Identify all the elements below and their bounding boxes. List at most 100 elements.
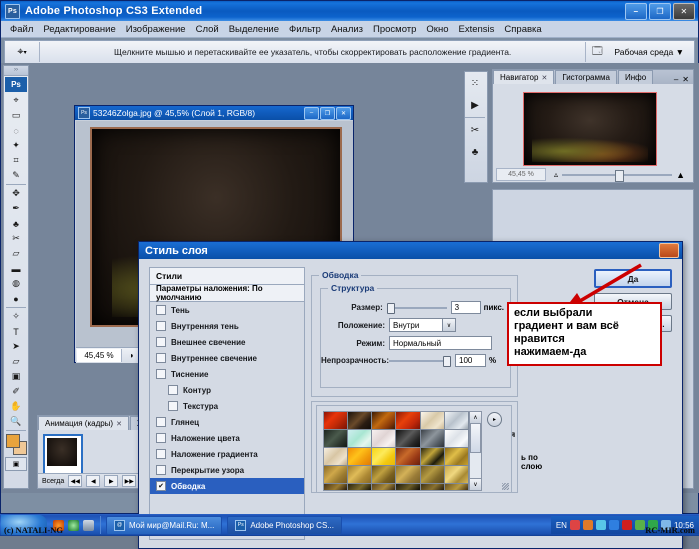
language-indicator[interactable]: EN [556,521,567,530]
opacity-slider[interactable] [389,355,451,367]
checkbox[interactable]: ✔ [156,481,166,491]
tab-navigator[interactable]: Навигатор ✕ [493,70,555,84]
menu-item-layer[interactable]: Слой [191,24,224,35]
size-slider[interactable] [386,302,447,314]
foreground-color-swatch[interactable] [6,434,20,448]
style-item-texture[interactable]: Текстура [150,398,304,414]
gradient-swatch[interactable] [348,430,373,448]
style-item-gradient-overlay[interactable]: Наложение градиента [150,446,304,462]
crop-tool-icon[interactable]: ⌗ [5,153,27,168]
blur-tool-icon[interactable]: ◍ [5,276,27,291]
zoom-tool-icon[interactable]: 🔍 [5,414,27,429]
style-item-inner-shadow[interactable]: Внутренняя тень [150,318,304,334]
gradient-swatch[interactable] [348,466,373,484]
style-item-inner-glow[interactable]: Внутреннее свечение [150,350,304,366]
zoom-in-icon[interactable]: ▲ [676,170,685,180]
style-item-contour[interactable]: Контур [150,382,304,398]
magic-wand-tool-icon[interactable]: ✦ [5,138,27,153]
brushes-panel-icon[interactable]: ⁙ [465,72,485,94]
taskbar-item-mailru[interactable]: @ Мой мир@Mail.Ru: М... [106,515,223,535]
quick-mask-icon[interactable]: ▣ [5,457,27,471]
menu-item-file[interactable]: Файл [5,24,38,35]
opacity-input[interactable]: 100 [455,354,486,367]
gradient-swatch[interactable] [396,466,421,484]
move-tool-icon[interactable]: ⌖ [5,93,27,108]
move-tool-icon[interactable]: ⌖ ▾ [5,42,40,62]
bridge-icon[interactable]: 🗔 [586,44,608,60]
gradient-swatch[interactable] [444,484,469,490]
gradient-swatch[interactable] [348,448,373,466]
checkbox[interactable] [156,353,166,363]
speaker-icon[interactable] [595,520,606,530]
doc-close-button[interactable]: ✕ [336,106,351,120]
clone-source-panel-icon[interactable]: ♣ [465,141,485,163]
close-icon[interactable]: ✕ [116,420,122,428]
shield-icon[interactable] [608,520,619,530]
menu-item-image[interactable]: Изображение [121,24,191,35]
checkbox[interactable] [156,417,166,427]
volume-icon[interactable] [569,520,580,530]
folder-icon[interactable] [83,519,94,531]
gradient-swatch[interactable] [444,430,469,448]
slider-knob[interactable] [386,302,395,314]
shape-tool-icon[interactable]: ▱ [5,354,27,369]
gradient-tool-icon[interactable]: ▬ [5,261,27,276]
style-item-satin[interactable]: Глянец [150,414,304,430]
gradient-swatch[interactable] [324,484,349,490]
gradient-swatch[interactable] [420,412,445,430]
next-frame-button[interactable]: ▶▶ [122,475,137,487]
gradient-swatch[interactable] [420,430,445,448]
gradient-swatch[interactable] [348,484,373,490]
navigator-zoom-slider[interactable]: ▵ ▲ [546,169,693,182]
marquee-tool-icon[interactable]: ▭ [5,108,27,123]
position-combo[interactable]: Внутри ∨ [389,318,456,332]
styles-header[interactable]: Стили [150,268,304,285]
menu-item-view[interactable]: Просмотр [368,24,421,35]
chevron-down-icon[interactable]: ∨ [442,319,455,331]
eraser-tool-icon[interactable]: ▱ [5,246,27,261]
toolbox-grip[interactable]: ›› [4,66,28,76]
size-input[interactable]: 3 [450,301,481,314]
zoom-out-icon[interactable]: ▵ [554,170,558,179]
style-item-stroke[interactable]: ✔ Обводка [150,478,304,494]
history-brush-tool-icon[interactable]: ✂ [5,231,27,246]
close-icon[interactable]: ✕ [541,74,547,82]
play-button[interactable]: ▶ [104,475,119,487]
slider-track[interactable] [389,355,451,367]
close-icon[interactable]: ✕ [682,75,689,84]
minimize-button[interactable]: – [625,2,647,20]
navigator-zoom-value[interactable]: 45,45 % [496,168,546,181]
picker-menu-icon[interactable]: ▸ [487,412,502,427]
style-item-bevel-emboss[interactable]: Тиснение [150,366,304,382]
gradient-swatch[interactable] [372,466,397,484]
maximize-button[interactable]: ❐ [649,2,671,20]
update-icon[interactable] [634,520,645,530]
clone-stamp-tool-icon[interactable]: ♣ [5,216,27,231]
navigator-thumbnail[interactable] [523,92,657,166]
dialog-close-button[interactable] [659,243,679,258]
gradient-swatch-list[interactable] [323,411,470,491]
close-button[interactable]: ✕ [673,2,695,20]
network-icon[interactable] [582,520,593,530]
tools-panel-icon[interactable]: ✂ [465,119,485,141]
slice-tool-icon[interactable]: ✎ [5,168,27,183]
menu-item-select[interactable]: Выделение [224,24,284,35]
checkbox[interactable] [168,385,178,395]
gradient-swatch[interactable] [372,448,397,466]
checkbox[interactable] [156,337,166,347]
brush-tool-icon[interactable]: ✒ [5,201,27,216]
menu-item-extensis[interactable]: Extensis [454,24,500,35]
hand-tool-icon[interactable]: ✋ [5,399,27,414]
menu-item-window[interactable]: Окно [421,24,453,35]
taskbar-item-photoshop[interactable]: Ps Adobe Photoshop CS... [227,515,342,535]
tab-info[interactable]: Инфо [617,70,654,84]
menu-item-analysis[interactable]: Анализ [326,24,368,35]
gradient-swatch[interactable] [420,466,445,484]
menu-item-help[interactable]: Справка [499,24,546,35]
doc-maximize-button[interactable]: ❐ [320,106,335,120]
gradient-swatch[interactable] [372,430,397,448]
prev-frame-button[interactable]: ◀ [86,475,101,487]
browser-icon[interactable] [68,519,79,531]
picker-scrollbar[interactable]: ∧ ∨ [469,411,482,491]
gradient-swatch[interactable] [396,430,421,448]
